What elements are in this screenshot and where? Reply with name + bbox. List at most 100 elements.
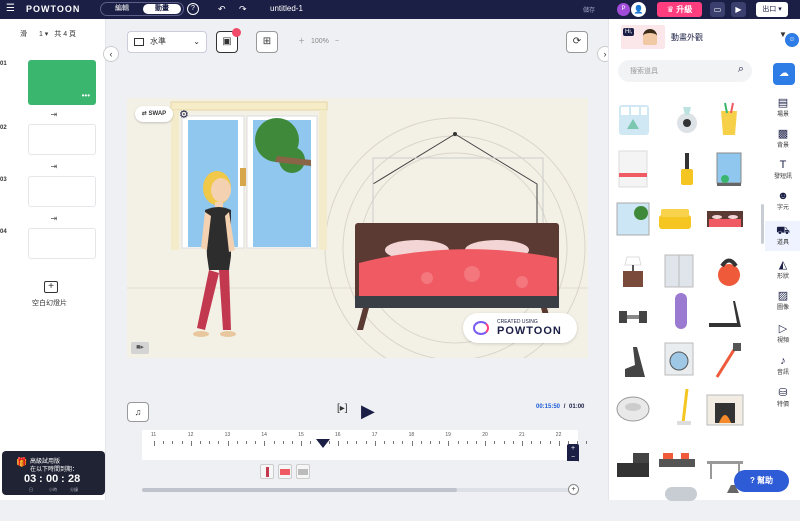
add-blank-slide-label[interactable]: 空白幻燈片 <box>32 298 67 308</box>
video-camera-icon[interactable]: ■▸ <box>131 342 149 354</box>
prop-vacuum[interactable] <box>667 149 707 189</box>
bed-clip-thumbnail[interactable] <box>278 464 292 479</box>
search-icon[interactable]: ⌕ <box>738 63 744 76</box>
slide-thumbnail-1[interactable]: ••• <box>28 60 96 105</box>
prop-washing-machine[interactable] <box>659 339 699 379</box>
prop-yoga-mat[interactable] <box>661 291 701 331</box>
zoom-level: 100% <box>310 38 329 45</box>
zoom-control[interactable]: ＋ 100% − <box>298 36 339 46</box>
prop-treadmill[interactable] <box>705 295 745 335</box>
category-specials[interactable]: ⛁ 特價 <box>765 387 800 408</box>
transition-icon[interactable]: ⇥ <box>48 163 60 171</box>
timeline-ruler[interactable]: 11 12 13 14 15 16 17 18 19 20 21 22 <box>142 430 588 460</box>
transition-icon[interactable]: ⇥ <box>48 215 60 223</box>
look-thumbnail[interactable]: Hi, <box>621 25 665 49</box>
hamburger-menu-icon[interactable]: ☰ <box>6 4 16 14</box>
prop-mattress[interactable] <box>613 149 653 189</box>
category-characters[interactable]: ☻ 字元 <box>765 190 800 211</box>
prop-toilet-paper[interactable] <box>613 99 653 139</box>
refresh-icon[interactable]: ⟳ <box>566 31 588 53</box>
slide-thumbnail-3[interactable] <box>28 176 96 207</box>
zoom-in-icon[interactable]: ＋ <box>298 38 305 45</box>
look-label[interactable]: 動畫外觀 <box>671 32 703 43</box>
pager-current[interactable]: 1 <box>39 31 43 38</box>
prop-capsule[interactable] <box>661 481 701 521</box>
save-button[interactable]: 儲存 <box>583 5 595 14</box>
timeline-scrollbar[interactable] <box>142 488 570 492</box>
timeline-zoom-in-icon[interactable]: + <box>567 444 579 453</box>
upgrade-button[interactable]: ♛ 升級 <box>657 2 702 17</box>
prop-exercise-bike[interactable] <box>615 341 655 381</box>
timeline-scrollbar-thumb[interactable] <box>142 488 457 492</box>
record-camera-button[interactable]: ▣ <box>216 28 241 53</box>
help-button[interactable]: ? 幫助 <box>734 470 789 492</box>
category-audio[interactable]: ♪ 音訊 <box>765 355 800 376</box>
playhead[interactable] <box>316 439 330 448</box>
undo-icon[interactable]: ↶ <box>218 3 226 15</box>
slide-thumbnail-4[interactable] <box>28 228 96 259</box>
prop-wardrobe[interactable] <box>659 251 699 291</box>
mode-toggle[interactable]: 編輯 動畫 <box>100 2 184 16</box>
gear-icon[interactable]: ⚙ <box>179 108 189 121</box>
slide-thumbnail-2[interactable] <box>28 124 96 155</box>
category-backgrounds[interactable]: ▩ 背景 <box>765 128 800 149</box>
play-button[interactable]: ▶ <box>361 401 375 421</box>
timeline-zoom-icon[interactable]: + <box>568 484 579 495</box>
help-icon[interactable]: ? <box>187 3 199 15</box>
category-videos[interactable]: ▷ 視頻 <box>765 323 800 344</box>
collapse-left-panel-icon[interactable]: ‹ <box>103 46 119 62</box>
assistant-robot-icon[interactable]: ☺ <box>785 33 799 47</box>
category-scenes[interactable]: ▤ 場景 <box>765 97 800 118</box>
edit-mode-option[interactable]: 編輯 <box>103 4 141 14</box>
prop-robot-vacuum[interactable] <box>613 389 653 429</box>
share-user-icon[interactable]: 👤 <box>631 2 646 17</box>
animate-mode-option[interactable]: 動畫 <box>143 4 181 14</box>
music-icon[interactable]: ♫ <box>127 402 149 422</box>
timeline-tick-mark <box>457 441 459 444</box>
scene-canvas[interactable]: ⇄ SWAP ⚙ ■▸ CREATED USING POWTOON <box>127 98 588 358</box>
upload-cloud-icon[interactable]: ☁ <box>773 63 795 85</box>
category-shapes[interactable]: ◭ 形狀 <box>765 259 800 280</box>
redo-icon[interactable]: ↷ <box>239 3 247 15</box>
prop-kettlebell[interactable] <box>709 251 749 291</box>
play-scene-icon[interactable]: [▸] <box>337 403 348 414</box>
zoom-out-icon[interactable]: − <box>335 38 339 45</box>
countdown-sep: : <box>61 473 65 485</box>
preview-play-icon[interactable]: ▶ <box>731 2 746 17</box>
prop-yellow-sofa[interactable] <box>655 199 695 239</box>
export-button[interactable]: 出口 ▾ <box>756 2 788 17</box>
window-clip-thumbnail[interactable] <box>296 464 310 479</box>
timeline-zoom-buttons[interactable]: + − <box>567 444 579 462</box>
orientation-dropdown[interactable]: 水準 ⌄ <box>127 31 207 53</box>
prop-stick-vacuum[interactable] <box>707 341 747 381</box>
prop-window-plant[interactable] <box>709 149 749 189</box>
prop-dumbbell[interactable] <box>613 297 653 337</box>
prop-drink-cup[interactable] <box>709 99 749 139</box>
camera-icon: ▣ <box>222 36 232 47</box>
prop-mop[interactable] <box>667 387 707 427</box>
prop-sewing-machine[interactable] <box>613 443 653 483</box>
prop-bed[interactable] <box>705 199 745 239</box>
category-videos-label: 視頻 <box>776 338 789 344</box>
category-images[interactable]: ▨ 圖像 <box>765 290 800 311</box>
prop-tape-roll[interactable] <box>667 99 707 139</box>
character-clip-thumbnail[interactable] <box>260 464 274 479</box>
slide-options-icon[interactable]: ••• <box>82 92 90 100</box>
prop-window-tree[interactable] <box>613 199 653 239</box>
timeline-tick-mark <box>347 441 349 444</box>
prop-workbench[interactable] <box>657 443 697 483</box>
present-icon[interactable]: ▭ <box>710 2 725 17</box>
grid-toggle-icon[interactable]: ⊞ <box>256 31 278 53</box>
transition-icon[interactable]: ⇥ <box>48 111 60 119</box>
prop-fireplace[interactable] <box>705 389 745 429</box>
category-props[interactable]: ⛟ 道具 <box>765 221 800 251</box>
category-text[interactable]: T 發短訊 <box>765 159 800 180</box>
props-search[interactable]: 搜索道具 ⌕ <box>618 60 752 82</box>
prop-nightstand-lamp[interactable] <box>613 251 653 291</box>
timeline-tick-mark <box>236 441 238 444</box>
props-scrollbar[interactable] <box>761 204 764 244</box>
workspace-avatar[interactable]: P <box>617 3 630 16</box>
project-title[interactable]: untitled-1 <box>270 4 303 13</box>
add-slide-icon[interactable]: + <box>44 281 58 293</box>
swap-button[interactable]: ⇄ SWAP <box>135 106 173 122</box>
